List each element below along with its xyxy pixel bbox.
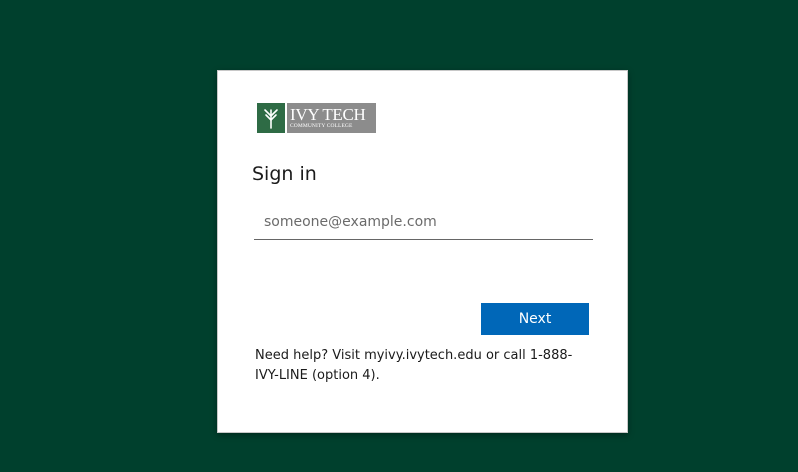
help-text: Need help? Visit myivy.ivytech.edu or ca… <box>255 348 573 383</box>
email-input[interactable] <box>254 204 593 240</box>
ivy-leaf-icon <box>257 103 285 133</box>
ivy-tech-logo: IVY TECH COMMUNITY COLLEGE <box>257 103 376 133</box>
sign-in-card: IVY TECH COMMUNITY COLLEGE Sign in Next … <box>217 70 628 433</box>
page-title: Sign in <box>252 163 317 185</box>
logo-subtitle: COMMUNITY COLLEGE <box>290 122 353 129</box>
logo-name: IVY TECH <box>290 104 366 124</box>
next-button[interactable]: Next <box>481 303 589 335</box>
logo-wordmark: IVY TECH COMMUNITY COLLEGE <box>287 103 376 133</box>
